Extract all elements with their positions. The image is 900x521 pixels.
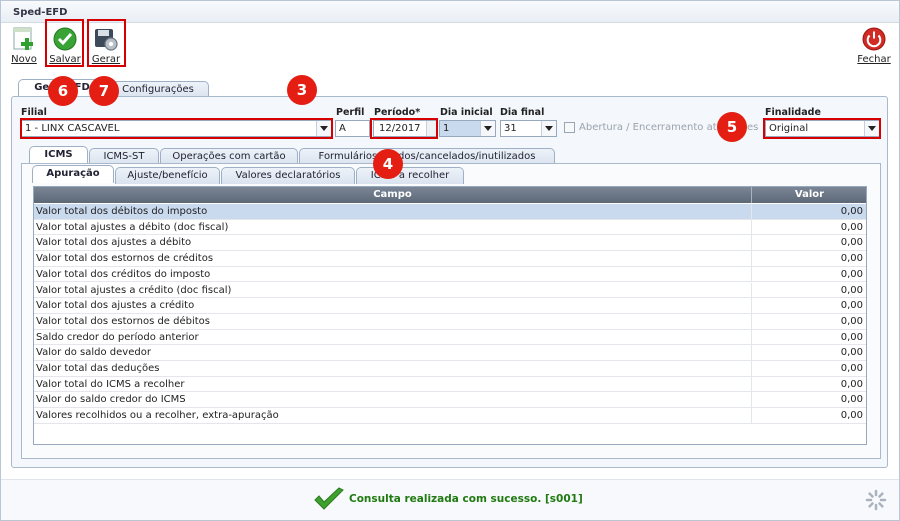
campo-cell: Valor do saldo devedor xyxy=(35,345,752,360)
tab-icms-st-label: ICMS-ST xyxy=(103,151,145,162)
tab-icms-label: ICMS xyxy=(44,149,73,160)
campo-cell: Valores recolhidos ou a recolher, extra-… xyxy=(35,408,752,423)
valor-cell[interactable]: 0,00 xyxy=(753,204,865,219)
table-row[interactable]: Valor total dos ajustes a débito 0,00 xyxy=(34,235,866,252)
table-row[interactable]: Valor total dos débitos do imposto 0,00 xyxy=(34,204,866,220)
campo-cell: Valor total dos débitos do imposto xyxy=(35,204,752,219)
perfil-label: Perfil xyxy=(336,107,365,118)
tab-configuracoes-label: Configurações xyxy=(122,84,194,95)
campo-cell: Valor total ajustes a débito (doc fiscal… xyxy=(35,219,752,235)
valor-cell[interactable]: 0,00 xyxy=(753,392,865,407)
apuracao-grid: Campo Valor Valor total dos débitos do i… xyxy=(33,186,867,445)
dia-final-select[interactable]: 31 xyxy=(500,120,557,137)
valor-cell[interactable]: 0,00 xyxy=(753,314,865,329)
table-row[interactable]: Valor total ajustes a débito (doc fiscal… xyxy=(34,219,866,236)
campo-cell: Valor total dos estornos de créditos xyxy=(35,251,752,266)
highlight-periodo xyxy=(370,118,438,139)
table-row[interactable]: Valor total ajustes a crédito (doc fisca… xyxy=(34,282,866,299)
success-check-icon xyxy=(313,487,345,516)
campo-cell: Valor total dos créditos do imposto xyxy=(35,266,752,282)
grid-header: Campo Valor xyxy=(34,187,866,203)
power-close-icon xyxy=(861,26,887,52)
campo-cell: Saldo credor do período anterior xyxy=(35,329,752,345)
novo-label: Novo xyxy=(11,54,37,65)
valor-cell[interactable]: 0,00 xyxy=(753,267,865,282)
status-bar: Consulta realizada com sucesso. [s001] xyxy=(1,479,899,520)
dia-inicial-label: Dia inicial xyxy=(440,107,493,118)
column-valor[interactable]: Valor xyxy=(753,187,866,203)
chevron-down-icon xyxy=(541,121,556,136)
tab-icms-recolher[interactable]: ICMS a recolher xyxy=(356,167,464,184)
campo-cell: Valor total ajustes a crédito (doc fisca… xyxy=(35,282,752,298)
table-row[interactable]: Valor do saldo credor do ICMS 0,00 xyxy=(34,392,866,409)
dia-inicial-select[interactable]: 1 xyxy=(439,120,496,137)
window-titlebar: Sped-EFD xyxy=(1,1,899,23)
callout-badge-5: 5 xyxy=(717,112,747,142)
callout-badge-6: 6 xyxy=(48,76,78,106)
table-row[interactable]: Valores recolhidos ou a recolher, extra-… xyxy=(34,408,866,424)
periodo-label: Período* xyxy=(374,107,421,118)
table-row[interactable]: Valor total dos estornos de débitos 0,00 xyxy=(34,313,866,330)
column-campo[interactable]: Campo xyxy=(34,187,752,203)
highlight-finalidade xyxy=(763,118,881,139)
novo-button[interactable]: Novo xyxy=(9,26,39,65)
finalidade-label: Finalidade xyxy=(765,107,821,118)
abertura-checkbox[interactable] xyxy=(564,122,575,133)
tab-apuracao[interactable]: Apuração xyxy=(32,165,114,183)
valor-cell[interactable]: 0,00 xyxy=(753,298,865,313)
callout-badge-7: 7 xyxy=(89,76,119,106)
table-row[interactable]: Valor total do ICMS a recolher 0,00 xyxy=(34,376,866,393)
window-title: Sped-EFD xyxy=(13,7,68,18)
valor-cell[interactable]: 0,00 xyxy=(753,235,865,250)
highlight-filial xyxy=(20,118,333,139)
campo-cell: Valor do saldo credor do ICMS xyxy=(35,392,752,408)
valor-cell[interactable]: 0,00 xyxy=(753,220,865,235)
tab-formularios-label: Formulários usados/cancelados/inutilizad… xyxy=(318,151,536,162)
valor-cell[interactable]: 0,00 xyxy=(753,251,865,266)
campo-cell: Valor total dos ajustes a débito xyxy=(35,235,752,251)
dia-inicial-value: 1 xyxy=(443,123,450,134)
filial-label: Filial xyxy=(21,107,47,118)
valor-cell[interactable]: 0,00 xyxy=(753,361,865,376)
valor-cell[interactable]: 0,00 xyxy=(753,345,865,360)
tab-valores-label: Valores declaratórios xyxy=(235,170,341,181)
fechar-button[interactable]: Fechar xyxy=(855,26,893,65)
perfil-field[interactable]: A xyxy=(335,120,370,137)
dia-final-value: 31 xyxy=(504,123,517,134)
tab-ajuste-beneficio[interactable]: Ajuste/benefício xyxy=(115,167,220,184)
table-row[interactable]: Valor total das deduções 0,00 xyxy=(34,361,866,377)
campo-cell: Valor total das deduções xyxy=(35,361,752,376)
valor-cell[interactable]: 0,00 xyxy=(753,408,865,423)
new-document-icon xyxy=(11,26,37,52)
fechar-label: Fechar xyxy=(857,54,891,65)
valor-cell[interactable]: 0,00 xyxy=(753,283,865,298)
callout-badge-3: 3 xyxy=(287,75,317,105)
highlight-salvar xyxy=(45,19,84,67)
status-message: Consulta realizada com sucesso. [s001] xyxy=(349,493,583,505)
dia-final-label: Dia final xyxy=(500,107,545,118)
loading-spinner-icon xyxy=(865,489,887,514)
table-row[interactable]: Valor total dos estornos de créditos 0,00 xyxy=(34,251,866,267)
table-row[interactable]: Valor total dos créditos do imposto 0,00 xyxy=(34,266,866,283)
campo-cell: Valor total dos ajustes a crédito xyxy=(35,298,752,313)
tab-valores-declaratorios[interactable]: Valores declaratórios xyxy=(221,167,355,184)
tab-apuracao-label: Apuração xyxy=(46,168,100,179)
callout-badge-4: 4 xyxy=(373,149,403,179)
campo-cell: Valor total do ICMS a recolher xyxy=(35,376,752,392)
tab-ajuste-label: Ajuste/benefício xyxy=(127,170,208,181)
tab-operacoes-label: Operações com cartão xyxy=(172,151,286,162)
tab-icms[interactable]: ICMS xyxy=(29,146,88,164)
table-row[interactable]: Valor total dos ajustes a crédito 0,00 xyxy=(34,298,866,314)
campo-cell: Valor total dos estornos de débitos xyxy=(35,313,752,329)
table-row[interactable]: Valor do saldo devedor 0,00 xyxy=(34,345,866,361)
valor-cell[interactable]: 0,00 xyxy=(753,330,865,345)
valor-cell[interactable]: 0,00 xyxy=(753,377,865,392)
perfil-value: A xyxy=(339,123,346,134)
chevron-down-icon xyxy=(480,121,495,136)
highlight-gerar xyxy=(87,19,126,67)
table-row[interactable]: Saldo credor do período anterior 0,00 xyxy=(34,329,866,346)
